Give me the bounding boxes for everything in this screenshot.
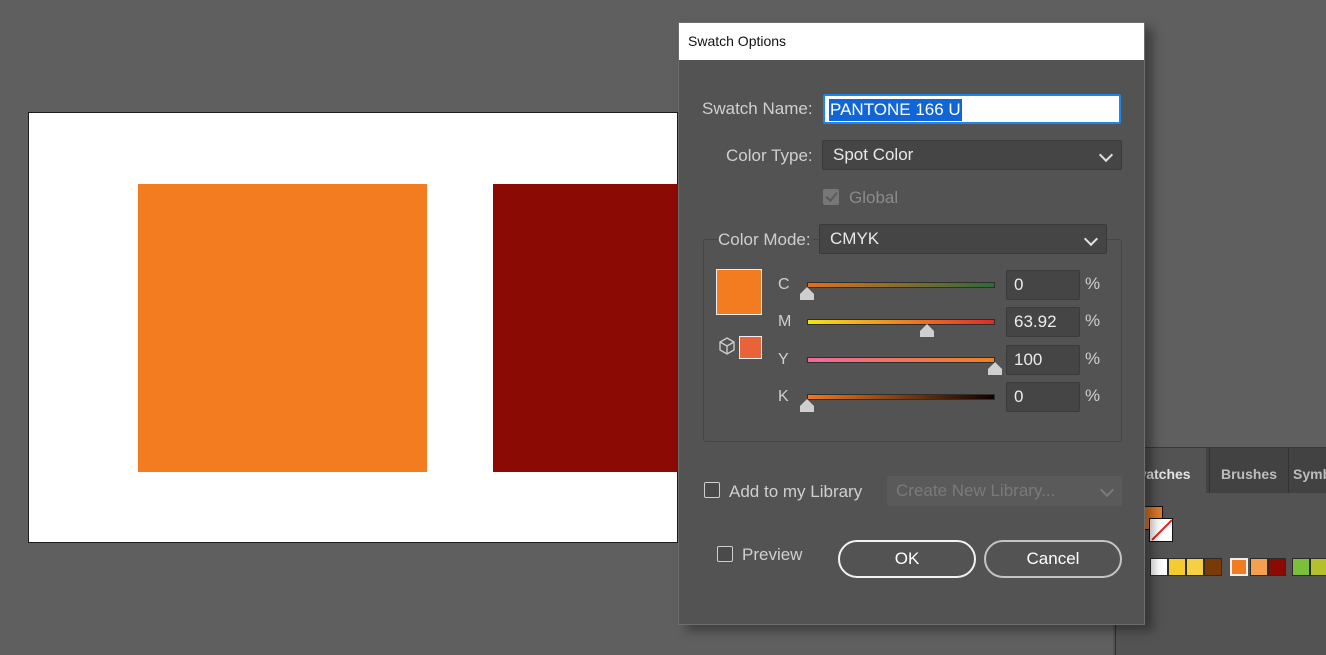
swatch[interactable] [1250, 558, 1268, 576]
slider-thumb-k[interactable] [800, 399, 814, 412]
global-label: Global [849, 188, 899, 207]
channel-value-input-y[interactable]: 100 [1006, 345, 1080, 375]
ok-button[interactable]: OK [838, 540, 976, 578]
color-preview [716, 269, 762, 315]
swatch-name-input[interactable]: PANTONE 166 U [823, 94, 1121, 124]
percent-sign: % [1085, 349, 1101, 368]
slider-track-y[interactable] [807, 357, 995, 363]
channel-value-input-k[interactable]: 0 [1006, 382, 1080, 412]
global-checkbox[interactable] [823, 189, 839, 205]
percent-sign: % [1085, 311, 1101, 330]
color-type-dropdown[interactable]: Spot Color [822, 140, 1122, 170]
color-mode-dropdown[interactable]: CMYK [819, 224, 1107, 254]
swatch[interactable] [1204, 558, 1222, 576]
slider-track-c[interactable] [807, 282, 995, 288]
swatch-name-label: Swatch Name: [702, 99, 813, 118]
gamut-correction-swatch[interactable] [739, 336, 762, 359]
artboard[interactable] [28, 112, 693, 543]
cancel-button[interactable]: Cancel [984, 540, 1122, 578]
percent-sign: % [1085, 386, 1101, 405]
preview-label: Preview [742, 545, 803, 564]
channel-letter-m: M [778, 313, 792, 330]
chevron-down-icon [1099, 482, 1115, 498]
slider-track-m[interactable] [807, 319, 995, 325]
swatch-options-dialog: Swatch Options Swatch Name: PANTONE 166 … [678, 22, 1145, 625]
orange-rectangle[interactable] [138, 184, 427, 472]
swatch-name-value: PANTONE 166 U [829, 99, 962, 121]
color-type-label: Color Type: [726, 146, 813, 165]
add-to-library-label: Add to my Library [729, 482, 863, 501]
tab-swatches[interactable]: Swatches [1140, 448, 1206, 493]
slider-thumb-m[interactable] [920, 324, 935, 337]
library-dropdown[interactable]: Create New Library... [887, 476, 1122, 506]
stroke-swatch-none[interactable] [1149, 518, 1173, 542]
channel-letter-c: C [778, 276, 790, 293]
dark-red-rectangle[interactable] [493, 184, 693, 472]
swatch[interactable] [1168, 558, 1186, 576]
channel-value-input-c[interactable]: 0 [1006, 270, 1080, 300]
preview-checkbox[interactable] [717, 546, 733, 562]
slider-thumb-c[interactable] [800, 287, 814, 300]
chevron-down-icon [1098, 147, 1114, 163]
swatch[interactable] [1292, 558, 1310, 576]
color-mode-label: Color Mode: [718, 230, 813, 250]
swatch-selected[interactable] [1230, 558, 1248, 576]
swatch[interactable] [1310, 558, 1326, 576]
slider-thumb-y[interactable] [988, 362, 1002, 375]
channel-letter-y: Y [778, 351, 789, 368]
slider-track-k[interactable] [807, 394, 995, 400]
dialog-title: Swatch Options [679, 23, 1144, 60]
percent-sign: % [1085, 274, 1101, 293]
swatch[interactable] [1186, 558, 1204, 576]
add-to-library-checkbox[interactable] [704, 482, 720, 498]
tab-swatches-label: Swatches [1140, 466, 1191, 482]
chevron-down-icon [1083, 231, 1099, 247]
channel-letter-k: K [778, 388, 789, 405]
color-type-value: Spot Color [833, 145, 914, 164]
out-of-gamut-cube-icon[interactable] [717, 336, 737, 356]
panel-divider [1115, 623, 1116, 655]
tab-brushes[interactable]: Brushes [1209, 448, 1288, 493]
library-dropdown-value: Create New Library... [896, 481, 1056, 500]
tab-symbols[interactable]: Symbols [1288, 448, 1326, 493]
channel-value-input-m[interactable]: 63.92 [1006, 307, 1080, 337]
color-mode-value: CMYK [830, 229, 880, 248]
swatch-registration[interactable] [1150, 558, 1168, 576]
swatch[interactable] [1268, 558, 1286, 576]
